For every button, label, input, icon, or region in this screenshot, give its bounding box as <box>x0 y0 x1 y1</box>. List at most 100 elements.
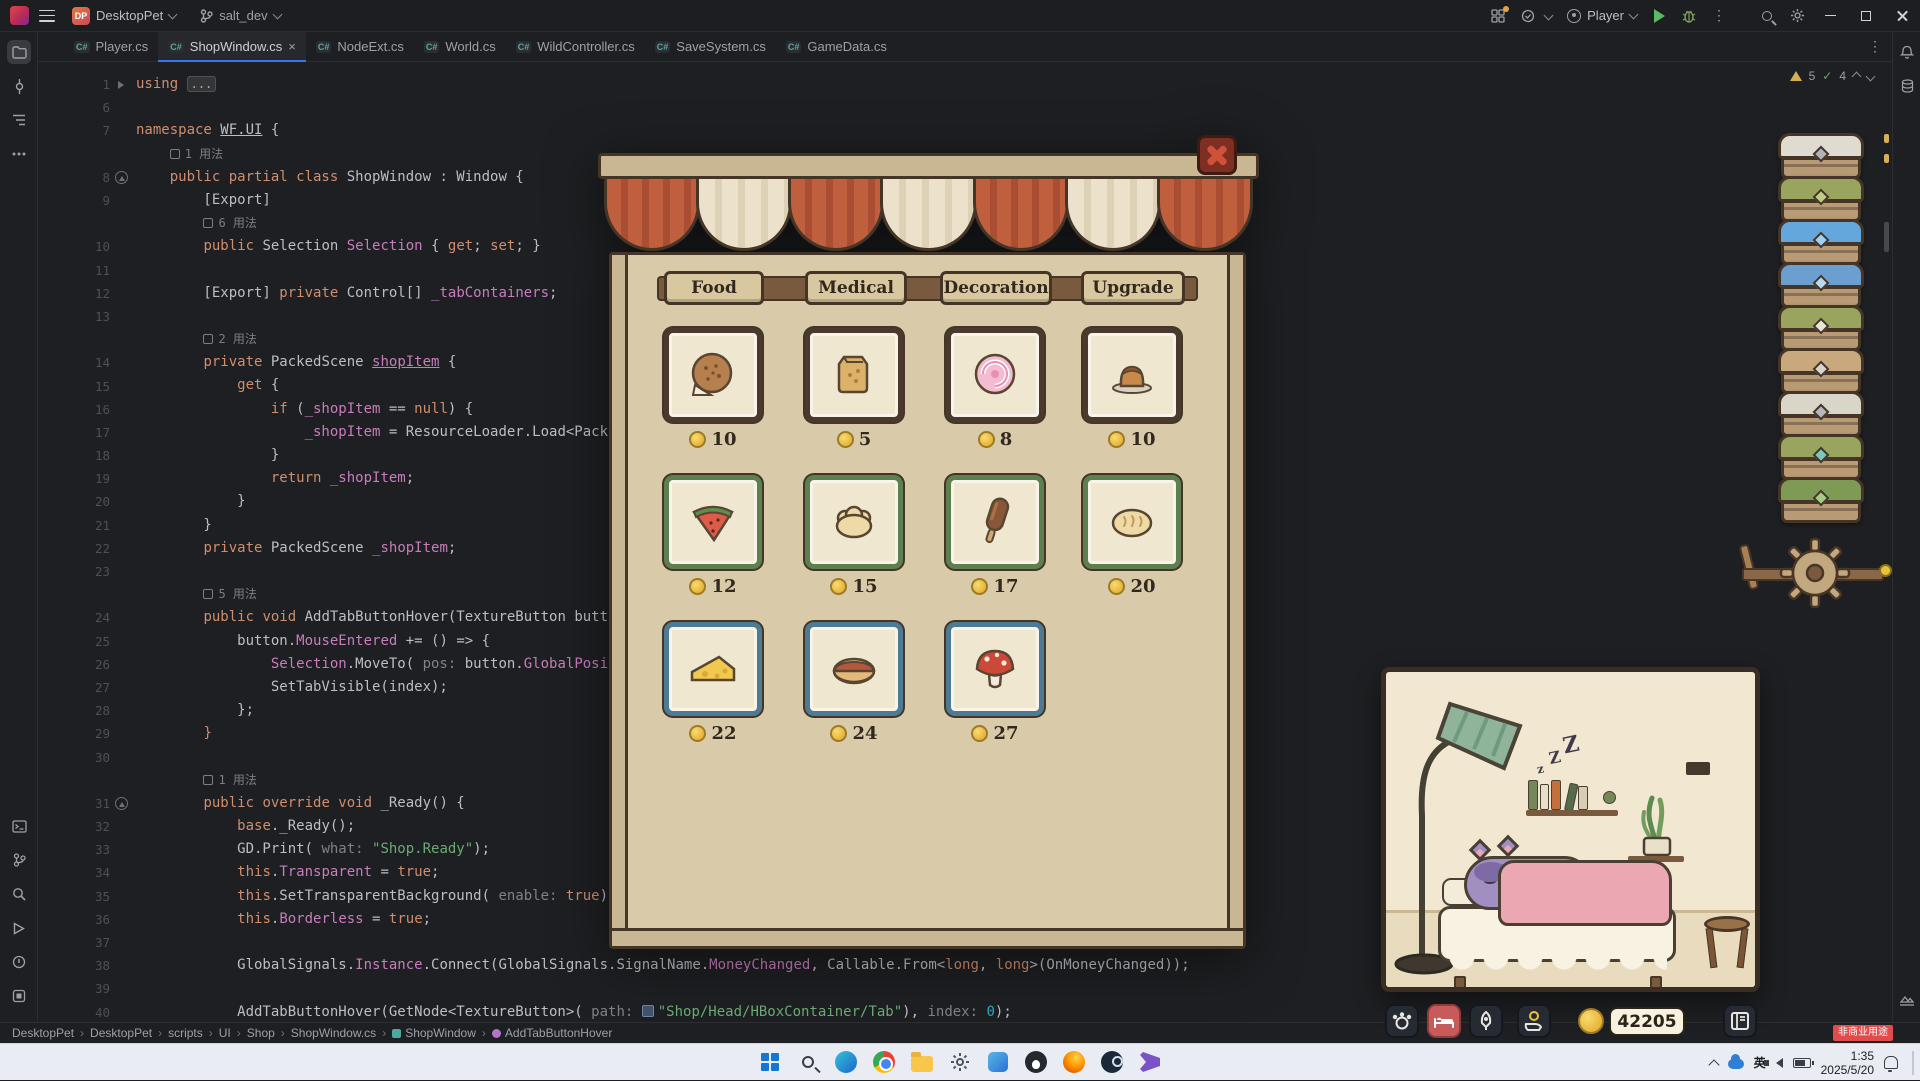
line-number[interactable]: 24 <box>95 610 110 625</box>
tab-nodeext-cs[interactable]: C# NodeExt.cs <box>306 32 414 61</box>
line-number[interactable]: 29 <box>95 726 110 741</box>
line-number[interactable]: 36 <box>95 912 110 927</box>
line-number[interactable]: 32 <box>95 819 110 834</box>
taskbar-search-button[interactable] <box>795 1049 821 1075</box>
inspection-widget[interactable]: 5 ✓ 4 <box>1783 67 1880 85</box>
plugins-icon[interactable] <box>1483 3 1513 29</box>
shop-tab-food[interactable]: Food <box>664 271 764 305</box>
editor-gutter[interactable]: 24 <box>38 610 136 625</box>
ci-checks-icon[interactable] <box>1513 3 1543 29</box>
editor-gutter[interactable]: 11 <box>38 263 136 278</box>
taskbar-file-explorer[interactable] <box>909 1049 935 1075</box>
line-number[interactable]: 14 <box>95 355 110 370</box>
breadcrumb[interactable]: DesktopPet <box>12 1026 74 1040</box>
tab-savesystem-cs[interactable]: C# SaveSystem.cs <box>645 32 776 61</box>
breadcrumb[interactable]: UI <box>219 1026 231 1040</box>
notification-bell-icon[interactable] <box>1884 1056 1898 1072</box>
chest[interactable] <box>1778 176 1864 224</box>
tab-options-icon[interactable]: ⋮ <box>1868 38 1882 55</box>
debug-button[interactable] <box>1674 3 1704 29</box>
shop-tab-upgrade[interactable]: Upgrade <box>1081 271 1185 305</box>
line-number[interactable]: 21 <box>95 518 110 533</box>
chest[interactable] <box>1778 477 1864 525</box>
shop-item-candy[interactable] <box>946 328 1044 422</box>
line-number[interactable]: 12 <box>95 286 110 301</box>
line-number[interactable]: 22 <box>95 541 110 556</box>
line-number[interactable]: 20 <box>95 494 110 509</box>
chevron-down-icon[interactable] <box>1543 10 1554 21</box>
editor-gutter[interactable]: 34 <box>38 865 136 880</box>
breadcrumb[interactable]: ShopWindow <box>405 1026 476 1040</box>
tab-player-cs[interactable]: C# Player.cs <box>64 32 158 61</box>
clock[interactable]: 1:35 2025/5/20 <box>1821 1049 1874 1077</box>
taskbar-steam[interactable] <box>1099 1049 1125 1075</box>
editor-gutter[interactable]: 26 <box>38 657 136 672</box>
show-desktop-button[interactable] <box>1912 1050 1914 1075</box>
line-number[interactable]: 11 <box>95 263 110 278</box>
editor-gutter[interactable]: 36 <box>38 912 136 927</box>
line-number[interactable]: 1 <box>102 77 110 92</box>
editor-gutter[interactable] <box>38 148 136 161</box>
line-number[interactable]: 19 <box>95 471 110 486</box>
line-number[interactable]: 23 <box>95 564 110 579</box>
battery-icon[interactable] <box>1792 1057 1814 1068</box>
shop-item-watermelon[interactable] <box>664 475 762 569</box>
line-number[interactable]: 17 <box>95 425 110 440</box>
terminal-toolwindow-icon[interactable] <box>7 814 31 838</box>
shop-item-mushroom[interactable] <box>946 622 1044 716</box>
editor-gutter[interactable]: 17 <box>38 425 136 440</box>
shop-item-pudding[interactable] <box>1083 328 1181 422</box>
git-toolwindow-icon[interactable] <box>7 848 31 872</box>
tab-gamedata-cs[interactable]: C# GameData.cs <box>776 32 897 61</box>
notifications-icon[interactable] <box>1895 40 1919 64</box>
editor-gutter[interactable] <box>38 217 136 230</box>
editor-gutter[interactable]: 6 <box>38 100 136 115</box>
code-line[interactable]: 6 <box>38 96 1892 119</box>
breadcrumb[interactable]: Shop <box>247 1026 275 1040</box>
chest[interactable] <box>1778 305 1864 353</box>
editor-gutter[interactable]: 15 <box>38 379 136 394</box>
editor-gutter[interactable]: 39 <box>38 981 136 996</box>
travel-button[interactable] <box>1469 1004 1503 1038</box>
breadcrumb[interactable]: AddTabButtonHover <box>505 1026 612 1040</box>
editor-gutter[interactable]: 7 <box>38 123 136 138</box>
settings-gear-icon[interactable] <box>1782 3 1812 29</box>
editor-gutter[interactable]: 33 <box>38 842 136 857</box>
line-number[interactable]: 27 <box>95 680 110 695</box>
line-number[interactable]: 34 <box>95 865 110 880</box>
editor-gutter[interactable]: 18 <box>38 448 136 463</box>
taskbar-firefox[interactable] <box>1061 1049 1087 1075</box>
taskbar-settings[interactable] <box>947 1049 973 1075</box>
main-menu-icon[interactable] <box>39 9 55 22</box>
line-number[interactable]: 9 <box>102 193 110 208</box>
editor-gutter[interactable]: 20 <box>38 494 136 509</box>
scrollbar-mark[interactable] <box>1884 134 1889 143</box>
chest[interactable] <box>1778 262 1864 310</box>
line-number[interactable]: 25 <box>95 634 110 649</box>
editor-gutter[interactable]: 31 <box>38 796 136 811</box>
scrollbar-mark[interactable] <box>1884 154 1889 163</box>
editor-gutter[interactable]: 38 <box>38 958 136 973</box>
line-number[interactable]: 38 <box>95 958 110 973</box>
more-actions-icon[interactable]: ⋮ <box>1704 3 1734 29</box>
editor-gutter[interactable]: 21 <box>38 518 136 533</box>
editor-gutter[interactable]: 13 <box>38 309 136 324</box>
editor-gutter[interactable] <box>38 588 136 601</box>
chest[interactable] <box>1778 133 1864 181</box>
run-toolwindow-icon[interactable] <box>7 916 31 940</box>
window-minimize-button[interactable] <box>1812 0 1848 32</box>
project-toolwindow-icon[interactable] <box>7 40 31 64</box>
editor-gutter[interactable]: 12 <box>38 286 136 301</box>
shop-item-popsicle[interactable] <box>946 475 1044 569</box>
breadcrumb[interactable]: DesktopPet <box>90 1026 152 1040</box>
line-number[interactable]: 28 <box>95 703 110 718</box>
shop-item-cookie[interactable] <box>664 328 762 422</box>
line-number[interactable]: 40 <box>95 1005 110 1020</box>
breadcrumb[interactable]: ShopWindow.cs <box>291 1026 376 1040</box>
shop-item-bread[interactable] <box>1083 475 1181 569</box>
editor-gutter[interactable] <box>38 774 136 787</box>
editor-gutter[interactable]: 10 <box>38 239 136 254</box>
editor-gutter[interactable]: 16 <box>38 402 136 417</box>
tab-wildcontroller-cs[interactable]: C# WildController.cs <box>506 32 645 61</box>
chest[interactable] <box>1778 348 1864 396</box>
